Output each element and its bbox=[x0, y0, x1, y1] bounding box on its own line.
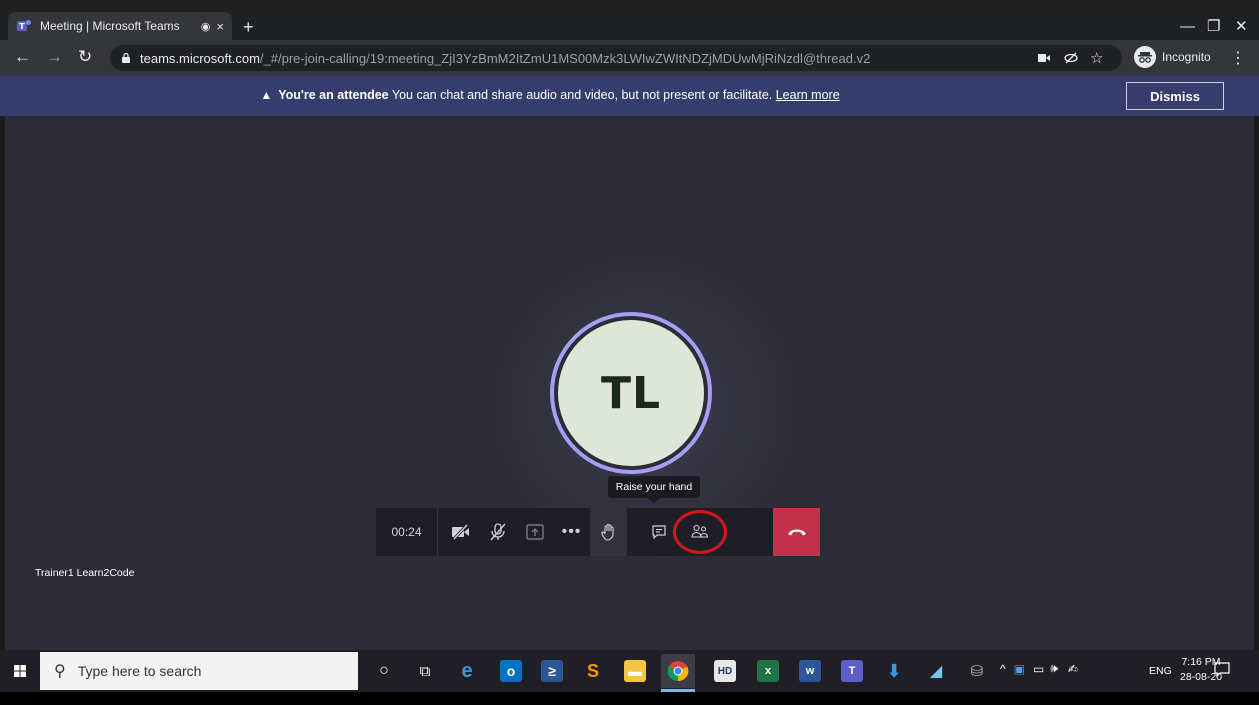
call-timer: 00:24 bbox=[376, 508, 438, 556]
share-tray-icon bbox=[525, 524, 544, 540]
word-icon[interactable]: w bbox=[799, 660, 821, 682]
lock-icon bbox=[122, 52, 130, 63]
powershell-icon[interactable]: ≥ bbox=[541, 660, 563, 682]
camera-toggle-button[interactable] bbox=[442, 508, 479, 556]
cortana-icon[interactable]: ○ bbox=[373, 660, 395, 682]
tab-title: Meeting | Microsoft Teams bbox=[40, 19, 180, 33]
chat-icon bbox=[651, 525, 666, 540]
restore-icon[interactable]: ❐ bbox=[1207, 18, 1220, 36]
mic-off-icon bbox=[489, 523, 506, 541]
outlook-icon[interactable]: o bbox=[500, 660, 522, 682]
excel-icon[interactable]: x bbox=[757, 660, 779, 682]
participant-name-label: Trainer1 Learn2Code bbox=[35, 567, 135, 579]
browser-tab-bar: T Meeting | Microsoft Teams ◉ × + — ❐ ✕ bbox=[0, 8, 1259, 40]
chrome-icon bbox=[667, 661, 689, 682]
tab-close-icon[interactable]: × bbox=[216, 19, 224, 34]
notification-center-icon[interactable] bbox=[1214, 661, 1230, 679]
chrome-taskbar-button[interactable] bbox=[661, 654, 695, 688]
banner-bold-text: You're an attendee bbox=[278, 88, 389, 102]
sublime-text-icon[interactable]: S bbox=[582, 660, 604, 682]
stage-right-border bbox=[1254, 116, 1259, 650]
browser-toolbar: ← → ↻ teams.microsoft.com /_#/pre-join-c… bbox=[0, 40, 1259, 76]
camera-off-icon bbox=[451, 524, 469, 540]
more-dots-icon: ••• bbox=[561, 523, 582, 540]
task-view-icon[interactable]: ⧉ bbox=[414, 660, 436, 682]
forward-arrow-icon[interactable]: → bbox=[46, 48, 63, 66]
back-arrow-icon[interactable]: ← bbox=[14, 48, 31, 66]
hang-up-button[interactable] bbox=[773, 508, 820, 556]
meeting-controls-bar: 00:24 ••• bbox=[376, 508, 820, 556]
raise-hand-button[interactable] bbox=[590, 508, 627, 556]
search-placeholder: Type here to search bbox=[77, 663, 202, 679]
minimize-icon[interactable]: — bbox=[1180, 18, 1195, 36]
banner-text: You can chat and share audio and video, … bbox=[388, 88, 776, 102]
windows-taskbar: ⚲ Type here to search ○ ⧉ e o ≥ S ▬ HD x… bbox=[0, 650, 1259, 692]
system-tray: ^ ▣ ▭ 🕪 ✍ bbox=[1000, 661, 1078, 676]
share-screen-button[interactable] bbox=[516, 508, 553, 556]
hang-up-phone-icon bbox=[787, 529, 806, 536]
windows-start-icon[interactable] bbox=[8, 659, 32, 683]
url-path: /_#/pre-join-calling/19:meeting_ZjI3YzBm… bbox=[259, 50, 871, 66]
taskbar-search-box[interactable]: ⚲ Type here to search bbox=[40, 652, 358, 690]
more-actions-button[interactable]: ••• bbox=[553, 508, 590, 556]
recording-indicator-icon: ◉ bbox=[200, 20, 211, 33]
incognito-icon bbox=[1134, 46, 1156, 68]
network-app-icon[interactable]: ⛁ bbox=[966, 660, 988, 682]
hd-player-icon[interactable]: HD bbox=[714, 660, 736, 682]
app-shortcut-icon[interactable]: ◢ bbox=[925, 660, 947, 682]
search-icon: ⚲ bbox=[54, 663, 66, 680]
window-close-icon[interactable]: ✕ bbox=[1235, 18, 1248, 36]
tray-chevron-icon[interactable]: ^ bbox=[1000, 662, 1006, 676]
dismiss-button[interactable]: Dismiss bbox=[1126, 82, 1224, 110]
language-indicator[interactable]: ENG bbox=[1149, 665, 1172, 677]
avatar-initials: TL bbox=[558, 320, 704, 466]
learn-more-link[interactable]: Learn more bbox=[776, 88, 840, 102]
edge-browser-icon[interactable]: e bbox=[456, 660, 478, 682]
attendee-banner: ▲ You're an attendee You can chat and sha… bbox=[0, 76, 1259, 116]
chat-highlight-ring bbox=[673, 510, 727, 554]
banner-message: ▲ You're an attendee You can chat and sha… bbox=[0, 88, 1100, 102]
volume-icon[interactable]: 🕪 bbox=[1050, 661, 1058, 676]
bookmark-star-icon[interactable]: ☆ bbox=[1090, 49, 1103, 67]
incognito-indicator[interactable]: Incognito bbox=[1134, 46, 1211, 68]
camera-icon[interactable] bbox=[1038, 53, 1050, 63]
reload-icon[interactable]: ↻ bbox=[78, 48, 92, 66]
window-frame-top bbox=[0, 0, 1259, 8]
participant-avatar: TL bbox=[550, 312, 712, 474]
raise-hand-tooltip: Raise your hand bbox=[608, 476, 700, 503]
svg-text:T: T bbox=[19, 22, 25, 31]
battery-icon[interactable]: ▭ bbox=[1033, 662, 1044, 676]
meeting-stage: TL Raise your hand 00:24 ••• Trainer1 Le… bbox=[5, 116, 1254, 650]
pen-icon[interactable]: ✍ bbox=[1068, 662, 1078, 676]
tracking-blocked-icon[interactable] bbox=[1064, 51, 1078, 65]
tray-app-icon[interactable]: ▣ bbox=[1014, 662, 1025, 676]
url-host: teams.microsoft.com bbox=[140, 50, 260, 66]
chat-button[interactable] bbox=[640, 508, 677, 556]
address-bar[interactable]: teams.microsoft.com /_#/pre-join-calling… bbox=[110, 45, 1122, 71]
incognito-label: Incognito bbox=[1162, 50, 1211, 64]
download-arrow-icon[interactable]: ⬇ bbox=[883, 660, 905, 682]
teams-icon[interactable]: T bbox=[841, 660, 863, 682]
browser-tab[interactable]: T Meeting | Microsoft Teams ◉ × bbox=[8, 12, 232, 40]
warning-icon: ▲ bbox=[260, 88, 273, 102]
teams-favicon-icon: T bbox=[17, 20, 31, 31]
browser-menu-icon[interactable]: ⋮ bbox=[1230, 48, 1246, 68]
file-explorer-icon[interactable]: ▬ bbox=[624, 660, 646, 682]
raise-hand-icon bbox=[600, 523, 614, 541]
screen-bottom-border bbox=[0, 692, 1259, 705]
new-tab-button[interactable]: + bbox=[243, 18, 254, 36]
mic-toggle-button[interactable] bbox=[479, 508, 516, 556]
